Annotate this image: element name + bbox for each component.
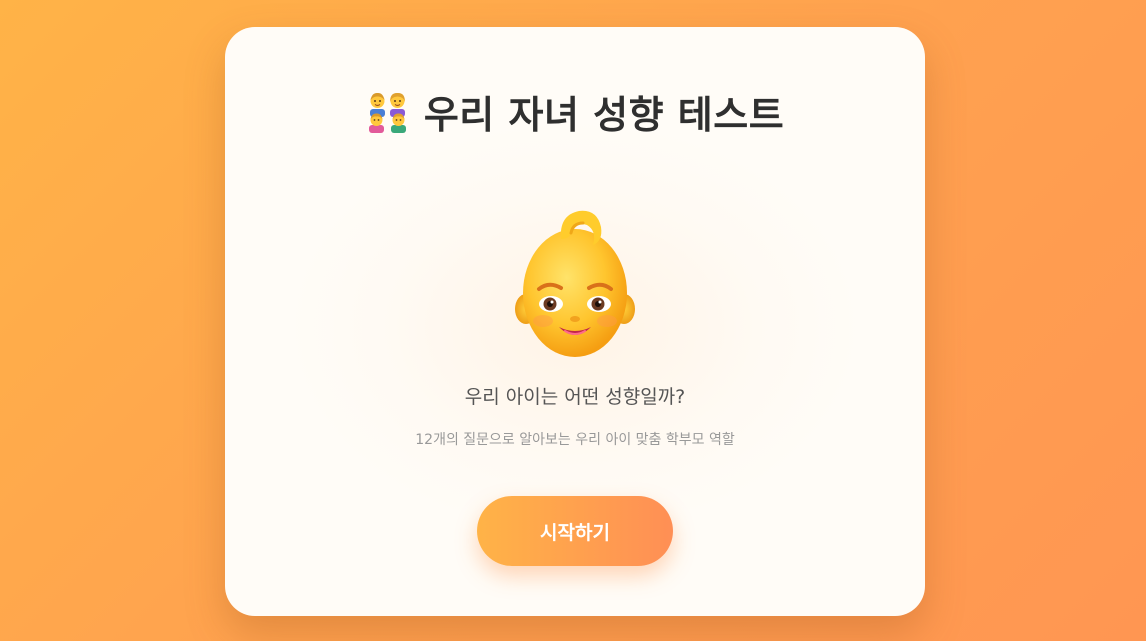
intro-question: 우리 아이는 어떤 성향일까?: [464, 386, 686, 408]
baby-face-icon: [515, 210, 635, 357]
page-title: 우리 자녀 성향 테스트: [423, 92, 785, 137]
intro-subtitle: 12개의 질문으로 알아보는 우리 아이 맞춤 학부모 역할: [415, 432, 735, 448]
start-button[interactable]: 시작하기: [477, 496, 673, 566]
family-icon: [368, 92, 406, 133]
start-card: 우리 자녀 성향 테스트 우리 아이는 어떤 성향일까? 12개의 질문으로 알…: [225, 27, 925, 616]
title-row: 우리 자녀 성향 테스트: [225, 83, 925, 139]
